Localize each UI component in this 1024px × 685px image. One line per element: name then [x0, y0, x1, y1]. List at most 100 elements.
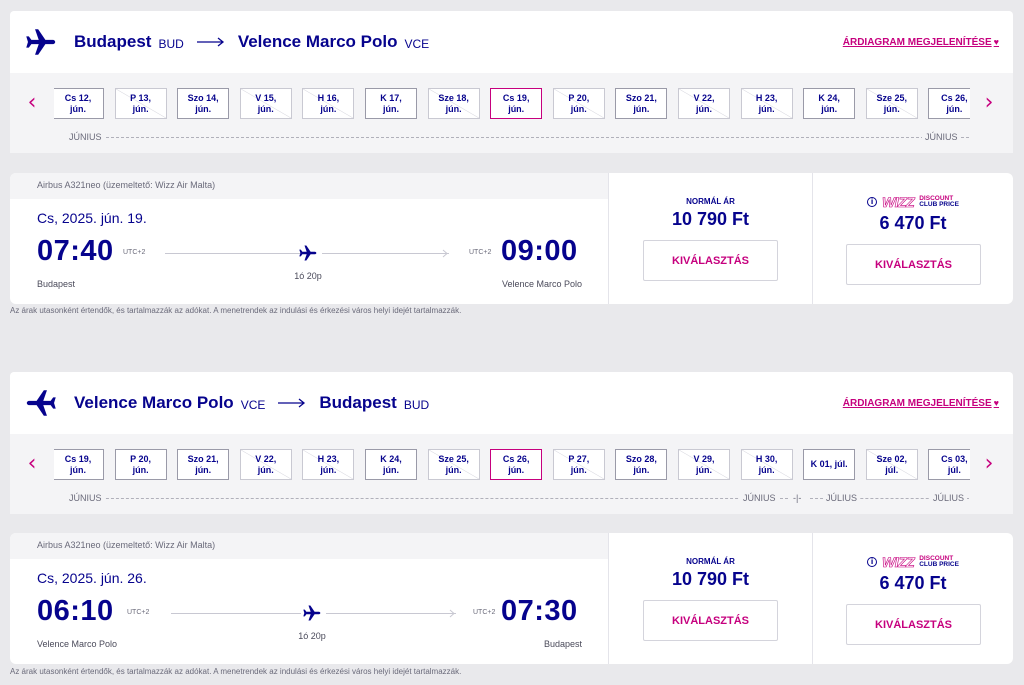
date-option[interactable]: Cs 19, jún.	[490, 88, 543, 119]
date-month-label: jún.	[70, 103, 86, 114]
date-option[interactable]: Cs 03, júl.	[928, 449, 970, 480]
normal-fare-label: NORMÁL ÁR	[686, 557, 735, 566]
date-option[interactable]: H 23, jún.	[740, 88, 793, 119]
date-month-label: jún.	[257, 103, 274, 114]
flight-duration: 1ó 20p	[294, 271, 322, 281]
date-month-label: jún.	[696, 464, 712, 475]
date-day-label: Cs 12,	[64, 92, 92, 103]
date-option[interactable]: K 24, jún.	[365, 449, 417, 480]
date-month-label: jún.	[132, 103, 149, 114]
date-option[interactable]: Szo 21, jún.	[615, 88, 668, 119]
select-club-fare-button[interactable]: KIVÁLASZTÁS	[846, 244, 981, 285]
date-day-label: K 24,	[818, 92, 840, 103]
normal-fare-price: 10 790 Ft	[671, 209, 750, 229]
destination-code: BUD	[403, 397, 430, 412]
date-option[interactable]: P 20, jún.	[114, 449, 167, 480]
date-day-label: V 22,	[693, 92, 715, 103]
chevron-right-icon[interactable]: ›	[979, 88, 999, 116]
airplane-icon	[299, 245, 317, 261]
date-option[interactable]: Szo 14, jún.	[177, 88, 230, 119]
return-header: Velence Marco Polo VCE Budapest BUD ÁRDI…	[10, 372, 1013, 434]
date-day-label: H 23,	[755, 92, 778, 103]
route-title: Budapest BUD Velence Marco Polo VCE	[74, 11, 435, 73]
chevron-left-icon[interactable]: ‹	[22, 449, 42, 477]
aircraft-info: Airbus A321neo (üzemeltető: Wizz Air Mal…	[10, 533, 608, 559]
chevron-left-icon[interactable]: ‹	[22, 88, 42, 116]
origin-city: Budapest	[74, 32, 152, 51]
date-day-label: P 27,	[568, 453, 590, 464]
date-day-label: H 23,	[317, 453, 340, 464]
month-timeline: JÚNIUS JÚNIUS	[66, 131, 969, 143]
club-fare-price: 6 470 Ft	[879, 573, 947, 593]
date-option[interactable]: H 30, jún.	[740, 449, 793, 480]
date-option[interactable]: K 01, júl.	[803, 449, 856, 480]
date-option[interactable]: P 27, jún.	[552, 449, 605, 480]
date-strip: Cs 12, jún. P 13, jún. Szo 14, jún. V 15, jún. H…	[54, 88, 970, 121]
info-icon[interactable]: i	[867, 197, 878, 207]
return-flight-card: Airbus A321neo (üzemeltető: Wizz Air Mal…	[10, 533, 1013, 664]
date-month-label: jún.	[946, 103, 963, 114]
flight-path-line	[326, 613, 456, 614]
club-fare: i WIZZ DISCOUNT CLUB PRICE 6 470 Ft KIVÁ…	[812, 173, 1013, 304]
date-option[interactable]: P 20, jún.	[552, 88, 605, 119]
date-option[interactable]: P 13, jún.	[114, 88, 167, 119]
date-option[interactable]: H 23, jún.	[302, 449, 355, 480]
date-month-label: jún.	[758, 103, 775, 114]
date-month-label: jún.	[508, 103, 525, 114]
date-option[interactable]: Szo 21, jún.	[177, 449, 230, 480]
date-option[interactable]: Sze 25, jún.	[427, 449, 480, 480]
normal-fare: NORMÁL ÁR 10 790 Ft KIVÁLASZTÁS	[608, 173, 812, 304]
info-icon[interactable]: i	[867, 557, 878, 567]
arrival-time: 07:30	[501, 595, 578, 627]
select-normal-fare-button[interactable]: KIVÁLASZTÁS	[643, 240, 778, 281]
discount-club-badge: i WIZZ DISCOUNT CLUB PRICE	[813, 554, 1013, 570]
flight-info: Airbus A321neo (üzemeltető: Wizz Air Mal…	[10, 533, 608, 664]
arrival-utc: UTC+2	[473, 609, 496, 616]
date-option[interactable]: Sze 02, júl.	[865, 449, 918, 480]
date-option[interactable]: Sze 25, jún.	[865, 88, 918, 119]
select-club-fare-button[interactable]: KIVÁLASZTÁS	[846, 604, 981, 645]
date-option[interactable]: Cs 12, jún.	[54, 88, 104, 119]
date-option[interactable]: V 29, jún.	[678, 449, 730, 480]
date-option[interactable]: V 22, jún.	[678, 88, 730, 119]
outbound-flight-card: Airbus A321neo (üzemeltető: Wizz Air Mal…	[10, 173, 1013, 304]
date-month-label: jún.	[320, 464, 337, 475]
arrow-right-icon	[278, 398, 306, 408]
date-option[interactable]: Cs 19, jún.	[54, 449, 104, 480]
origin-code: BUD	[158, 36, 184, 51]
date-day-label: Cs 26,	[502, 453, 530, 464]
date-option[interactable]: V 22, jún.	[239, 449, 292, 480]
normal-fare: NORMÁL ÁR 10 790 Ft KIVÁLASZTÁS	[608, 533, 812, 664]
wizz-logo: WIZZ	[882, 554, 915, 571]
date-day-label: H 30,	[755, 453, 778, 464]
date-day-label: Szo 14,	[187, 92, 219, 103]
date-option[interactable]: Cs 26, jún.	[928, 88, 970, 119]
date-day-label: H 16,	[317, 92, 340, 103]
route-title: Velence Marco Polo VCE Budapest BUD	[74, 372, 435, 434]
date-option[interactable]: Sze 18, jún.	[427, 88, 480, 119]
origin-code: VCE	[240, 397, 266, 412]
date-option[interactable]: Cs 26, jún.	[490, 449, 543, 480]
date-option[interactable]: H 16, jún.	[302, 88, 355, 119]
arrival-utc: UTC+2	[469, 249, 492, 256]
date-month-label: jún.	[195, 464, 212, 475]
price-chart-link[interactable]: ÁRDIAGRAM MEGJELENÍTÉSE ♥	[843, 11, 999, 73]
date-month-label: jún.	[883, 103, 900, 114]
date-month-label: jún.	[383, 103, 399, 114]
month-label-end: JÚNIUS	[922, 131, 961, 143]
date-day-label: Cs 26,	[941, 92, 968, 103]
chevron-right-icon[interactable]: ›	[979, 449, 999, 477]
date-option[interactable]: Szo 28, jún.	[615, 449, 668, 480]
arrival-time: 09:00	[501, 235, 578, 267]
flight-date: Cs, 2025. jún. 19.	[37, 210, 147, 226]
destination-city: Budapest	[319, 393, 397, 412]
date-option[interactable]: K 24, jún.	[803, 88, 856, 119]
date-option[interactable]: V 15, jún.	[239, 88, 292, 119]
select-normal-fare-button[interactable]: KIVÁLASZTÁS	[643, 600, 778, 641]
club-price-label: DISCOUNT CLUB PRICE	[919, 554, 959, 568]
departure-utc: UTC+2	[123, 249, 146, 256]
date-option[interactable]: K 17, jún.	[365, 88, 417, 119]
airplane-icon	[303, 605, 321, 621]
club-fare: i WIZZ DISCOUNT CLUB PRICE 6 470 Ft KIVÁ…	[812, 533, 1013, 664]
price-chart-link[interactable]: ÁRDIAGRAM MEGJELENÍTÉSE ♥	[843, 372, 999, 434]
